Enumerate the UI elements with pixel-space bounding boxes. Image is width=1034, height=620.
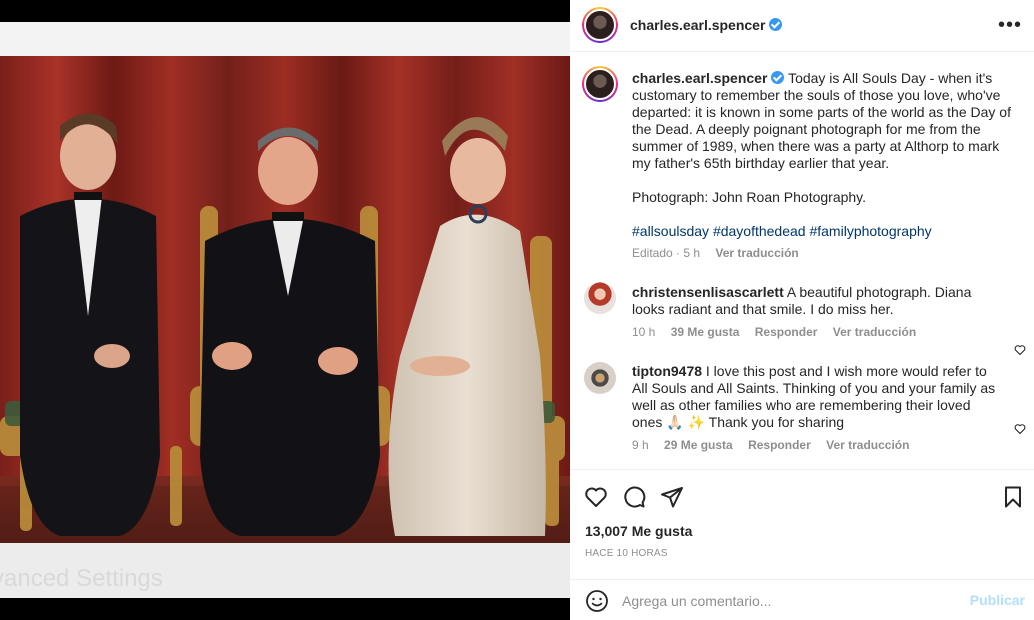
instagram-post-modal: vanced Settings charles.earl.spencer •••… xyxy=(0,0,1034,620)
emoji-face-icon[interactable] xyxy=(585,589,609,613)
comment-bubble-icon[interactable] xyxy=(622,485,646,509)
heart-icon[interactable] xyxy=(584,485,608,509)
caption-avatar[interactable] xyxy=(582,66,618,102)
post-panel: charles.earl.spencer ••• charles.earl.sp… xyxy=(570,0,1034,620)
add-comment-bar: Publicar xyxy=(570,579,1034,620)
media-frame: vanced Settings xyxy=(0,22,570,598)
comment-time[interactable]: 10 h xyxy=(632,325,655,339)
post-time[interactable]: HACE 10 HORAS xyxy=(585,548,668,559)
comment-username[interactable]: christensenlisascarlett xyxy=(632,284,784,300)
post-photo[interactable] xyxy=(0,56,570,543)
more-horizontal-icon[interactable]: ••• xyxy=(998,14,1022,37)
comment-username[interactable]: tipton9478 xyxy=(632,363,702,379)
caption-avatar-image xyxy=(584,68,616,100)
caption-edited: Editado · 5 h xyxy=(632,246,701,260)
comment-like-heart-icon[interactable] xyxy=(1014,344,1026,356)
bookmark-icon[interactable] xyxy=(1001,485,1025,509)
comment-like-heart-icon[interactable] xyxy=(1014,423,1026,435)
comments-section: charles.earl.spencer Today is All Souls … xyxy=(570,53,1034,469)
verified-badge-icon xyxy=(771,71,785,84)
publish-button[interactable]: Publicar xyxy=(970,592,1025,608)
comment-likes[interactable]: 29 Me gusta xyxy=(664,438,733,452)
comment-reply-button[interactable]: Responder xyxy=(748,438,811,452)
verified-badge-icon xyxy=(769,18,783,31)
comment: christensenlisascarlett A beautiful phot… xyxy=(632,284,1002,318)
background-ghost-text: vanced Settings xyxy=(0,565,163,592)
caption-credit: Photograph: John Roan Photography. xyxy=(632,189,867,205)
author-avatar[interactable] xyxy=(582,7,618,43)
post-media: vanced Settings xyxy=(0,0,570,620)
author-avatar-image xyxy=(584,9,616,41)
comment-translate-link[interactable]: Ver traducción xyxy=(826,438,909,452)
paper-plane-icon[interactable] xyxy=(660,485,684,509)
comment-meta: 9 h 29 Me gusta Responder Ver traducción xyxy=(632,438,921,452)
comment-meta: 10 h 39 Me gusta Responder Ver traducció… xyxy=(632,325,928,339)
commenter-avatar[interactable] xyxy=(584,282,616,314)
caption-username[interactable]: charles.earl.spencer xyxy=(632,70,767,86)
comment-time[interactable]: 9 h xyxy=(632,438,649,452)
photo-illustration xyxy=(0,56,570,543)
comment-reply-button[interactable]: Responder xyxy=(755,325,818,339)
comment-input[interactable] xyxy=(622,591,962,611)
caption-translate-link[interactable]: Ver traducción xyxy=(715,246,798,260)
likes-count[interactable]: 13,007 Me gusta xyxy=(585,523,692,539)
caption-meta: Editado · 5 h Ver traducción xyxy=(632,246,811,260)
post-header: charles.earl.spencer ••• xyxy=(570,0,1034,52)
post-actions: 13,007 Me gusta HACE 10 HORAS xyxy=(570,469,1034,579)
caption-hashtags[interactable]: #allsoulsday #dayofthedead #familyphotog… xyxy=(632,223,1017,240)
commenter-avatar[interactable] xyxy=(584,362,616,394)
caption-body: charles.earl.spencer Today is All Souls … xyxy=(632,70,1017,172)
author-username-text[interactable]: charles.earl.spencer xyxy=(630,17,765,33)
comment-likes[interactable]: 39 Me gusta xyxy=(671,325,740,339)
post-caption: charles.earl.spencer Today is All Souls … xyxy=(632,70,1017,257)
comment-translate-link[interactable]: Ver traducción xyxy=(833,325,916,339)
comment: tipton9478 I love this post and I wish m… xyxy=(632,363,1002,431)
author-username[interactable]: charles.earl.spencer xyxy=(630,17,783,33)
media-top-band xyxy=(0,22,570,56)
